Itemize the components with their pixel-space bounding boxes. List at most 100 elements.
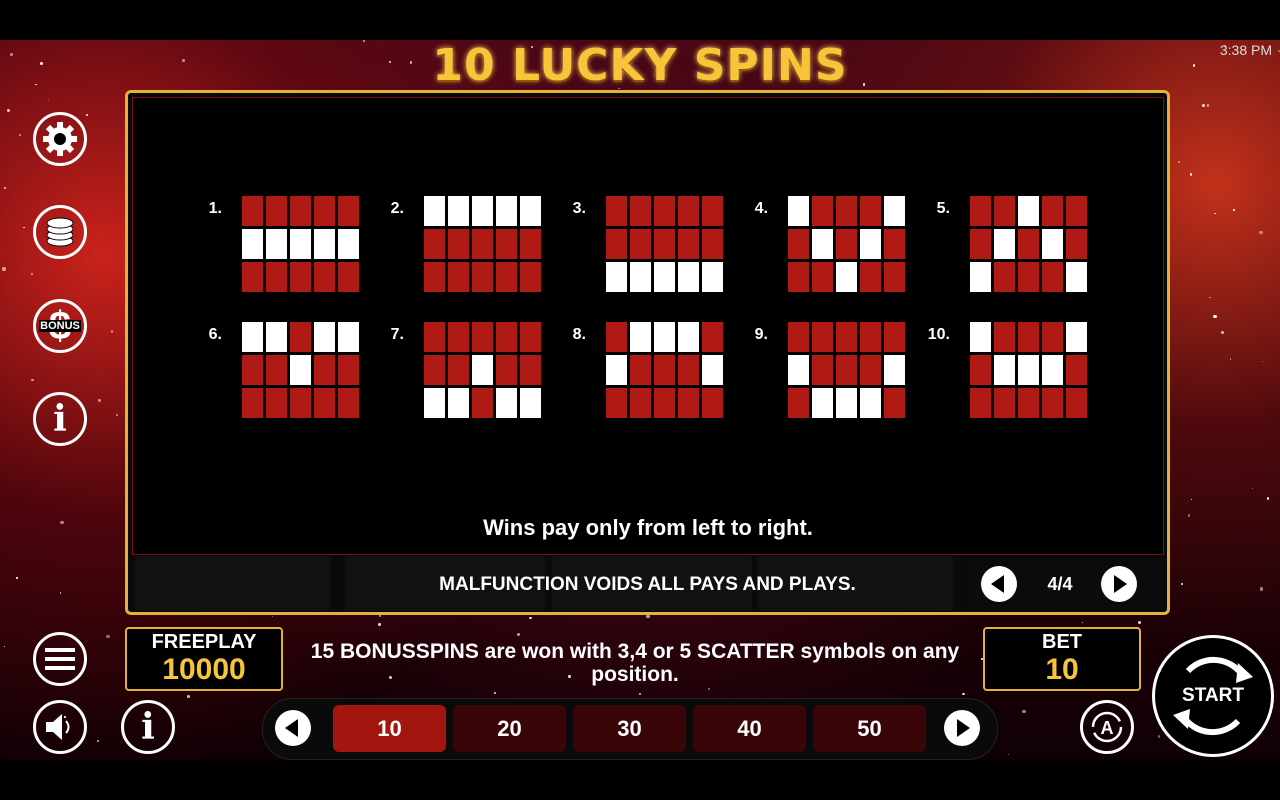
next-page-button[interactable] — [1101, 566, 1137, 602]
sparkle — [9, 53, 13, 56]
arrow-right-icon — [957, 719, 970, 737]
payline-cell-active — [520, 388, 541, 418]
sparkle — [1229, 358, 1232, 361]
payline-cell — [994, 262, 1015, 292]
sparkle — [16, 577, 18, 579]
payline-number: 9. — [754, 326, 768, 343]
bet-option-40[interactable]: 40 — [693, 705, 806, 752]
sparkle — [389, 61, 391, 63]
sparkle — [30, 273, 34, 276]
bonus-button[interactable]: $ BONUS — [33, 299, 87, 353]
payline-cell — [1066, 229, 1087, 259]
settings-button[interactable] — [33, 112, 87, 166]
payline-cell-active — [678, 262, 699, 292]
payline-cell — [702, 196, 723, 226]
payline-cell-active — [520, 196, 541, 226]
sparkle — [646, 614, 650, 618]
sparkle — [529, 617, 532, 620]
sparkle — [1259, 230, 1263, 234]
payline-cell-active — [1042, 229, 1063, 259]
sparkle — [1189, 172, 1193, 176]
payline-cell — [314, 355, 335, 385]
payline-cell-active — [702, 355, 723, 385]
bet-option-10[interactable]: 10 — [333, 705, 446, 752]
info-button[interactable]: i — [121, 700, 175, 754]
sparkle — [1220, 330, 1225, 334]
sparkle — [1260, 587, 1264, 591]
payline-cell — [994, 196, 1015, 226]
payline-cell — [242, 196, 263, 226]
sparkle — [494, 692, 497, 695]
payline-cell — [788, 322, 809, 352]
payline-cell — [654, 355, 675, 385]
game-logo: 10 LUCKY SPINS — [432, 40, 848, 91]
sparkle — [1188, 514, 1191, 517]
payline-cell — [654, 196, 675, 226]
payline-pattern — [424, 196, 541, 292]
payline-cell-active — [472, 196, 493, 226]
sparkle — [1190, 498, 1193, 501]
sparkle — [59, 592, 62, 594]
payline-cell-active — [630, 262, 651, 292]
payline-cell — [836, 322, 857, 352]
bonus-message: 15 BONUSSPINS are won with 3,4 or 5 SCAT… — [310, 640, 960, 686]
payline-cell — [448, 262, 469, 292]
payline-cell-active — [1018, 355, 1039, 385]
payline-cell — [472, 229, 493, 259]
payline-pattern — [788, 322, 905, 418]
bet-value: 10 — [1045, 653, 1079, 686]
sparkle — [35, 83, 38, 86]
payline-cell — [520, 229, 541, 259]
sparkle — [271, 615, 273, 618]
sparkle — [98, 398, 101, 402]
sparkle — [115, 414, 118, 417]
payline-cell — [788, 388, 809, 418]
payline-cell-active — [654, 262, 675, 292]
payline-cell-active — [702, 262, 723, 292]
payline-cell — [496, 229, 517, 259]
status-clock: 3:38 PM — [1219, 42, 1272, 58]
payline-cell — [520, 355, 541, 385]
wins-note: Wins pay only from left to right. — [483, 515, 813, 540]
info-side-button[interactable]: i — [33, 392, 87, 446]
payline-cell-active — [884, 196, 905, 226]
payline-cell-active — [338, 322, 359, 352]
payline-cell-active — [630, 322, 651, 352]
autoplay-button[interactable]: A — [1080, 700, 1134, 754]
payline-cell — [266, 196, 287, 226]
payline-pattern — [788, 196, 905, 292]
payline-cell — [970, 196, 991, 226]
bet-decrease-button[interactable] — [275, 710, 311, 746]
bet-option-30[interactable]: 30 — [573, 705, 686, 752]
payline-cell — [448, 229, 469, 259]
payline-cell — [884, 229, 905, 259]
payline-cell-active — [970, 262, 991, 292]
coins-button[interactable] — [33, 205, 87, 259]
payline-cell — [702, 229, 723, 259]
freeplay-box: FREEPLAY 10000 — [125, 627, 283, 691]
payline-pattern — [606, 322, 723, 418]
bet-option-50[interactable]: 50 — [813, 705, 926, 752]
payline-cell — [242, 262, 263, 292]
bet-option-20[interactable]: 20 — [453, 705, 566, 752]
bet-increase-button[interactable] — [944, 710, 980, 746]
freeplay-label: FREEPLAY — [151, 631, 257, 653]
sparkle — [363, 40, 366, 42]
bet-box: BET 10 — [983, 627, 1141, 691]
payline-cell — [994, 388, 1015, 418]
sparkle — [1267, 497, 1270, 500]
bonus-label: BONUS — [39, 320, 81, 332]
prev-page-button[interactable] — [981, 566, 1017, 602]
menu-button[interactable] — [33, 632, 87, 686]
payline-cell-active — [654, 322, 675, 352]
sparkle — [1261, 360, 1263, 363]
start-button[interactable]: START — [1152, 635, 1274, 757]
payline-number: 7. — [390, 326, 404, 343]
payline-cell — [266, 388, 287, 418]
payline-cell-active — [314, 322, 335, 352]
payline-cell-active — [290, 355, 311, 385]
sparkle — [1022, 709, 1026, 714]
sparkle — [1178, 160, 1181, 163]
payline-number: 5. — [936, 200, 950, 217]
sound-button[interactable] — [33, 700, 87, 754]
